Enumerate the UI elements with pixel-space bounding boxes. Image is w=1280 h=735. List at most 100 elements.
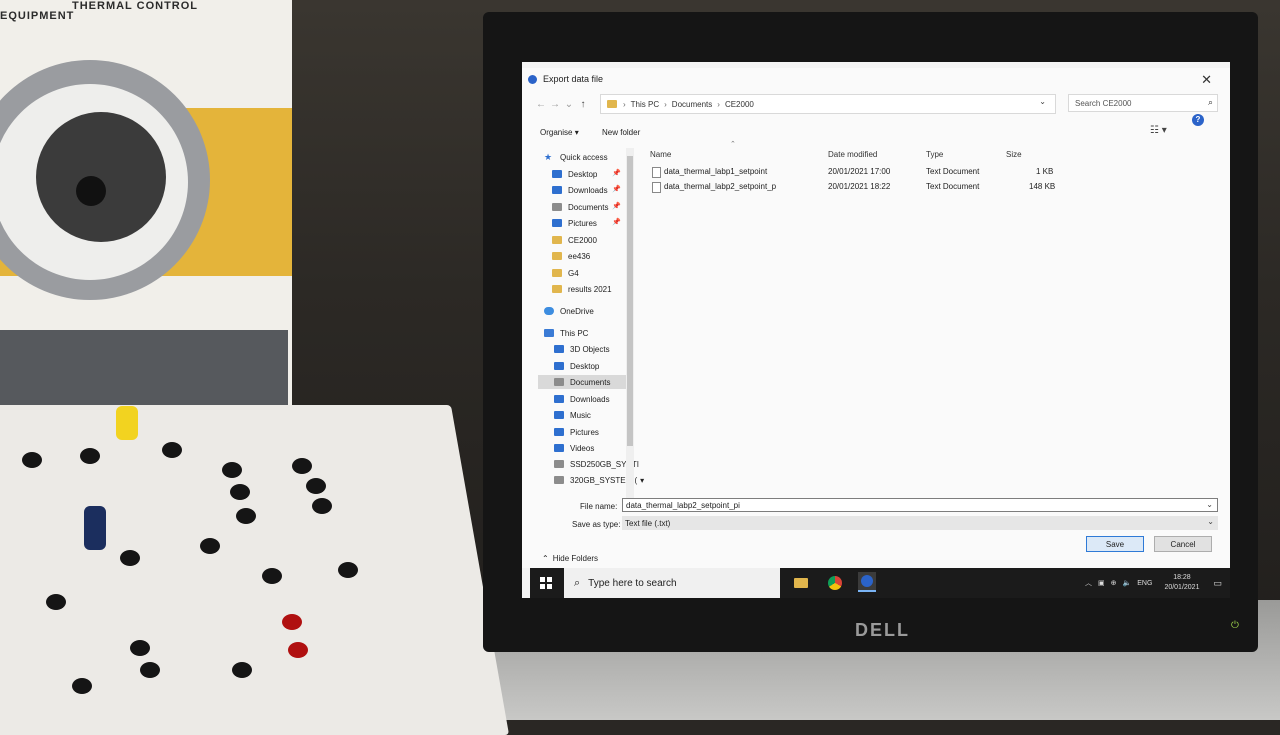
nav-item-videos[interactable]: Videos: [554, 441, 594, 455]
bench-jack-red: [282, 614, 302, 630]
breadcrumb-ce2000[interactable]: CE2000: [725, 100, 754, 109]
bench-jack: [338, 562, 358, 578]
recent-dropdown-icon[interactable]: ⌄: [562, 99, 576, 110]
dialog-title: Export data file: [543, 74, 604, 84]
computer-icon: [544, 329, 554, 337]
folder-icon: [552, 236, 562, 244]
nav-item-downloads[interactable]: Downloads: [552, 183, 608, 197]
file-row[interactable]: data_thermal_labp2_setpoint_p 20/01/2021…: [646, 181, 1086, 195]
pictures-icon: [554, 428, 564, 436]
chevron-down-icon[interactable]: ⌄: [1207, 517, 1214, 526]
search-icon: ⌕: [574, 576, 581, 589]
new-folder-button[interactable]: New folder: [602, 128, 640, 137]
screen: Export data file ✕ ← → ⌄ ↑ › This PC › D…: [522, 62, 1230, 598]
drive-icon: [554, 460, 564, 468]
nav-item-music[interactable]: Music: [554, 408, 591, 422]
nav-pane-scrollbar[interactable]: [626, 148, 634, 500]
organise-button[interactable]: Organise ▾: [540, 128, 579, 137]
navigation-bar: ← → ⌄ ↑ › This PC › Documents › CE2000 ⌄…: [534, 94, 1218, 114]
nav-item-pictures-quick[interactable]: Pictures: [552, 216, 597, 230]
view-options-icon[interactable]: ☷ ▾: [1150, 125, 1167, 136]
forward-arrow-icon[interactable]: →: [548, 99, 562, 110]
nav-item-pictures[interactable]: Pictures: [554, 425, 599, 439]
windows-start-icon[interactable]: [540, 577, 552, 589]
nav-label: Documents: [570, 377, 611, 387]
column-header-date[interactable]: Date modified: [828, 150, 877, 159]
nav-item-this-pc[interactable]: This PC: [544, 326, 588, 340]
export-app-taskbar-icon[interactable]: [858, 572, 876, 592]
nav-item-ee436[interactable]: ee436: [552, 249, 590, 263]
nav-label: Pictures: [568, 218, 597, 228]
file-explorer-icon[interactable]: [792, 574, 810, 592]
file-date: 20/01/2021 17:00: [828, 167, 891, 176]
language-indicator[interactable]: ENG: [1137, 580, 1152, 587]
bench-jack: [22, 452, 42, 468]
nav-item-onedrive[interactable]: OneDrive: [544, 304, 594, 318]
download-icon: [554, 395, 564, 403]
tray-app-icon[interactable]: ▣: [1098, 579, 1105, 587]
nav-label: Quick access: [560, 152, 608, 162]
nav-label: Downloads: [568, 185, 608, 195]
volume-icon[interactable]: 🔈: [1123, 579, 1132, 587]
back-arrow-icon[interactable]: ←: [534, 99, 548, 110]
taskbar-search-input[interactable]: ⌕ Type here to search: [564, 568, 780, 598]
pin-icon: 📌: [612, 219, 621, 226]
folder-icon: [552, 285, 562, 293]
breadcrumb-this-pc[interactable]: This PC: [631, 100, 659, 109]
column-header-size[interactable]: Size: [1006, 150, 1022, 159]
video-icon: [554, 444, 564, 452]
file-row[interactable]: data_thermal_labp1_setpoint 20/01/2021 1…: [646, 166, 1086, 180]
notifications-icon[interactable]: ▭: [1213, 578, 1222, 589]
file-name-input[interactable]: data_thermal_labp2_setpoint_pi ⌄: [622, 498, 1218, 512]
save-as-type-select[interactable]: Text file (.txt) ⌄: [622, 516, 1218, 530]
nav-label: Pictures: [570, 427, 599, 437]
chevron-down-icon: ▾: [574, 128, 579, 137]
dialog-toolbar: Organise ▾ New folder ☷ ▾: [522, 120, 1230, 144]
pin-icon: 📌: [612, 170, 621, 177]
search-input[interactable]: Search CE2000 ⌕: [1068, 94, 1218, 112]
chevron-down-icon[interactable]: ⌄: [1039, 97, 1046, 106]
nav-item-ce2000[interactable]: CE2000: [552, 233, 597, 247]
file-name-label: File name:: [580, 502, 618, 511]
search-icon[interactable]: ⌕: [1208, 97, 1213, 108]
nav-item-downloads-pc[interactable]: Downloads: [554, 392, 610, 406]
nav-item-quick-access[interactable]: ★ Quick access: [544, 150, 608, 164]
panel-brand-thermal-control: THERMAL CONTROL: [72, 0, 199, 12]
scrollbar-thumb[interactable]: [627, 156, 633, 446]
network-icon[interactable]: ⊕: [1111, 579, 1117, 587]
navigation-pane: ★ Quick access Desktop 📌 Downloads 📌 Docu…: [534, 150, 644, 488]
nav-label: Desktop: [568, 169, 598, 179]
nav-item-g4[interactable]: G4: [552, 266, 579, 280]
nav-item-documents-quick[interactable]: Documents: [552, 200, 608, 214]
breadcrumb-documents[interactable]: Documents: [672, 100, 712, 109]
hide-folders-toggle[interactable]: ⌃ Hide Folders: [542, 554, 598, 563]
chrome-icon[interactable]: [826, 574, 844, 592]
desktop-icon: [554, 362, 564, 370]
cancel-button[interactable]: Cancel: [1154, 536, 1212, 552]
desktop-icon: [552, 170, 562, 178]
file-type: Text Document: [926, 182, 980, 191]
save-button[interactable]: Save: [1086, 536, 1144, 552]
up-arrow-icon[interactable]: ↑: [576, 99, 590, 110]
nav-item-3d-objects[interactable]: 3D Objects: [554, 342, 610, 356]
bench-jack: [46, 594, 66, 610]
nav-item-desktop[interactable]: Desktop: [552, 167, 597, 181]
chevron-down-icon[interactable]: ⌄: [1206, 500, 1213, 509]
cube-icon: [554, 345, 564, 353]
nav-label: results 2021: [568, 284, 612, 294]
bench-jack: [306, 478, 326, 494]
nav-item-desktop-pc[interactable]: Desktop: [554, 359, 599, 373]
dialog-titlebar[interactable]: Export data file ✕: [522, 68, 1230, 90]
nav-label: OneDrive: [560, 306, 594, 316]
chevron-up-icon[interactable]: ︿: [1085, 578, 1092, 588]
clock[interactable]: 18:28 20/01/2021: [1164, 573, 1199, 593]
nav-item-results-2021[interactable]: results 2021: [552, 282, 612, 296]
column-header-name[interactable]: Name: [650, 150, 671, 159]
help-icon[interactable]: ?: [1192, 114, 1204, 126]
nav-label: G4: [568, 268, 579, 278]
address-bar[interactable]: › This PC › Documents › CE2000 ⌄ ↻: [600, 94, 1117, 114]
close-icon[interactable]: ✕: [1201, 72, 1212, 88]
column-header-type[interactable]: Type: [926, 150, 943, 159]
nav-item-documents[interactable]: Documents: [538, 375, 632, 389]
breadcrumb-separator-icon: ›: [717, 99, 720, 109]
